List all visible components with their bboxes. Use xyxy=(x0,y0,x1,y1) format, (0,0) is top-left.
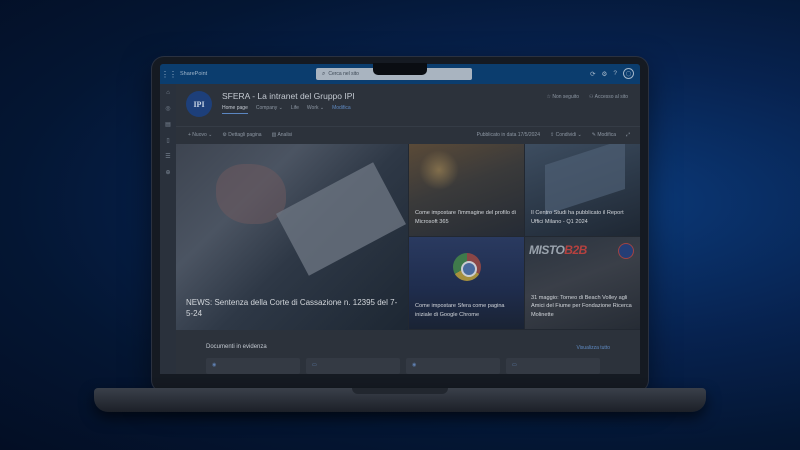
chrome-icon xyxy=(453,253,481,281)
news-title: Il Centro Studi ha pubblicato il Report … xyxy=(531,210,624,225)
nav-edit-link[interactable]: Modifica xyxy=(332,105,351,114)
nav-item-life[interactable]: Life xyxy=(291,105,299,114)
site-title: SFERA - La intranet del Gruppo IPI xyxy=(222,91,355,101)
site-nav: Home page Company ⌄ Life Work ⌄ Modifica xyxy=(222,105,351,114)
doc-logo-icon: ◉ xyxy=(212,362,217,368)
published-date: Pubblicato in data 17/5/2024 xyxy=(476,132,540,138)
news-title: Come impostare Sfera come pagina inizial… xyxy=(415,303,505,318)
emblem-icon xyxy=(618,243,634,259)
news-title: NEWS: Sentenza della Corte di Cassazione… xyxy=(186,297,398,319)
news-icon[interactable]: ▤ xyxy=(165,121,171,128)
search-icon: ⌕ xyxy=(322,70,326,77)
suite-icons: ⟳ ⚙ ? ◯ xyxy=(590,68,634,79)
command-bar: + Nuovo ⌄ ⚙ Dettagli pagina ▥ Analisi Pu… xyxy=(176,126,640,144)
app-launcher-icon[interactable]: ⋮⋮ xyxy=(160,64,178,84)
camera-notch xyxy=(373,63,427,75)
analytics-button[interactable]: ▥ Analisi xyxy=(272,132,293,138)
photo-hand xyxy=(216,164,286,224)
globe-icon[interactable]: ◎ xyxy=(165,105,170,112)
laptop-hinge-notch xyxy=(352,388,448,394)
news-tile-4[interactable]: MISTOB2B 31 maggio: Torneo di Beach Voll… xyxy=(525,237,640,329)
hero-news: NEWS: Sentenza della Corte di Cassazione… xyxy=(176,144,640,330)
new-button[interactable]: + Nuovo ⌄ xyxy=(188,132,212,138)
misto-b2b-logo: MISTOB2B xyxy=(529,243,587,257)
document-icon[interactable]: ▯ xyxy=(166,137,169,144)
search-placeholder: Cerca nel sito xyxy=(328,71,359,77)
expand-icon[interactable]: ⤢ xyxy=(626,132,630,138)
doc-logo-icon: ▭ xyxy=(512,362,517,368)
photo-paper xyxy=(276,162,406,276)
documents-title: Documenti in evidenza xyxy=(206,344,267,350)
help-icon[interactable]: ? xyxy=(613,70,617,77)
avatar[interactable]: ◯ xyxy=(623,68,634,79)
view-all-link[interactable]: Visualizza tutto xyxy=(576,345,610,351)
laptop-screen: ⋮⋮ SharePoint ⌕ Cerca nel sito ⟳ ⚙ ? ◯ ⌂… xyxy=(160,64,640,374)
site-access-button[interactable]: ⚇ Accesso al sito xyxy=(589,94,628,100)
news-tile-3[interactable]: Come impostare Sfera come pagina inizial… xyxy=(409,237,524,329)
page-details-button[interactable]: ⚙ Dettagli pagina xyxy=(222,132,261,138)
app-rail: ⌂ ◎ ▤ ▯ ☰ ⊕ xyxy=(160,84,176,374)
follow-button[interactable]: ☆ Non seguito xyxy=(546,94,579,100)
doc-logo-icon: ▭ xyxy=(312,362,317,368)
document-card[interactable]: ◉ xyxy=(406,358,500,374)
list-icon[interactable]: ☰ xyxy=(165,153,170,160)
document-card[interactable]: ▭ xyxy=(306,358,400,374)
share-button[interactable]: ⇪ Condividi ⌄ xyxy=(550,132,582,138)
featured-documents: Documenti in evidenza Visualizza tutto ◉… xyxy=(176,330,640,374)
news-tile-main[interactable]: NEWS: Sentenza della Corte di Cassazione… xyxy=(176,144,408,330)
add-icon[interactable]: ⊕ xyxy=(165,169,170,176)
doc-logo-icon: ◉ xyxy=(412,362,417,368)
news-title: 31 maggio: Torneo di Beach Volley agli A… xyxy=(531,294,632,318)
news-tile-1[interactable]: Come impostare l'immagine del profilo di… xyxy=(409,144,524,236)
sync-icon[interactable]: ⟳ xyxy=(590,70,595,78)
document-card[interactable]: ▭ xyxy=(506,358,600,374)
gear-icon[interactable]: ⚙ xyxy=(602,70,608,78)
nav-item-company[interactable]: Company ⌄ xyxy=(256,105,283,114)
home-icon[interactable]: ⌂ xyxy=(166,90,170,96)
photo-building xyxy=(545,144,625,215)
document-card[interactable]: ◉ xyxy=(206,358,300,374)
news-tile-2[interactable]: Il Centro Studi ha pubblicato il Report … xyxy=(525,144,640,236)
site-logo[interactable]: IPI xyxy=(186,91,212,117)
nav-item-home[interactable]: Home page xyxy=(222,105,248,114)
sharepoint-brand[interactable]: SharePoint xyxy=(180,71,207,77)
site-header: IPI SFERA - La intranet del Gruppo IPI H… xyxy=(176,84,640,126)
news-title: Come impostare l'immagine del profilo di… xyxy=(415,210,516,225)
photo-lamp xyxy=(419,150,459,190)
edit-button[interactable]: ✎ Modifica xyxy=(592,132,616,138)
nav-item-work[interactable]: Work ⌄ xyxy=(307,105,324,114)
site-actions: ☆ Non seguito ⚇ Accesso al sito xyxy=(546,94,628,100)
